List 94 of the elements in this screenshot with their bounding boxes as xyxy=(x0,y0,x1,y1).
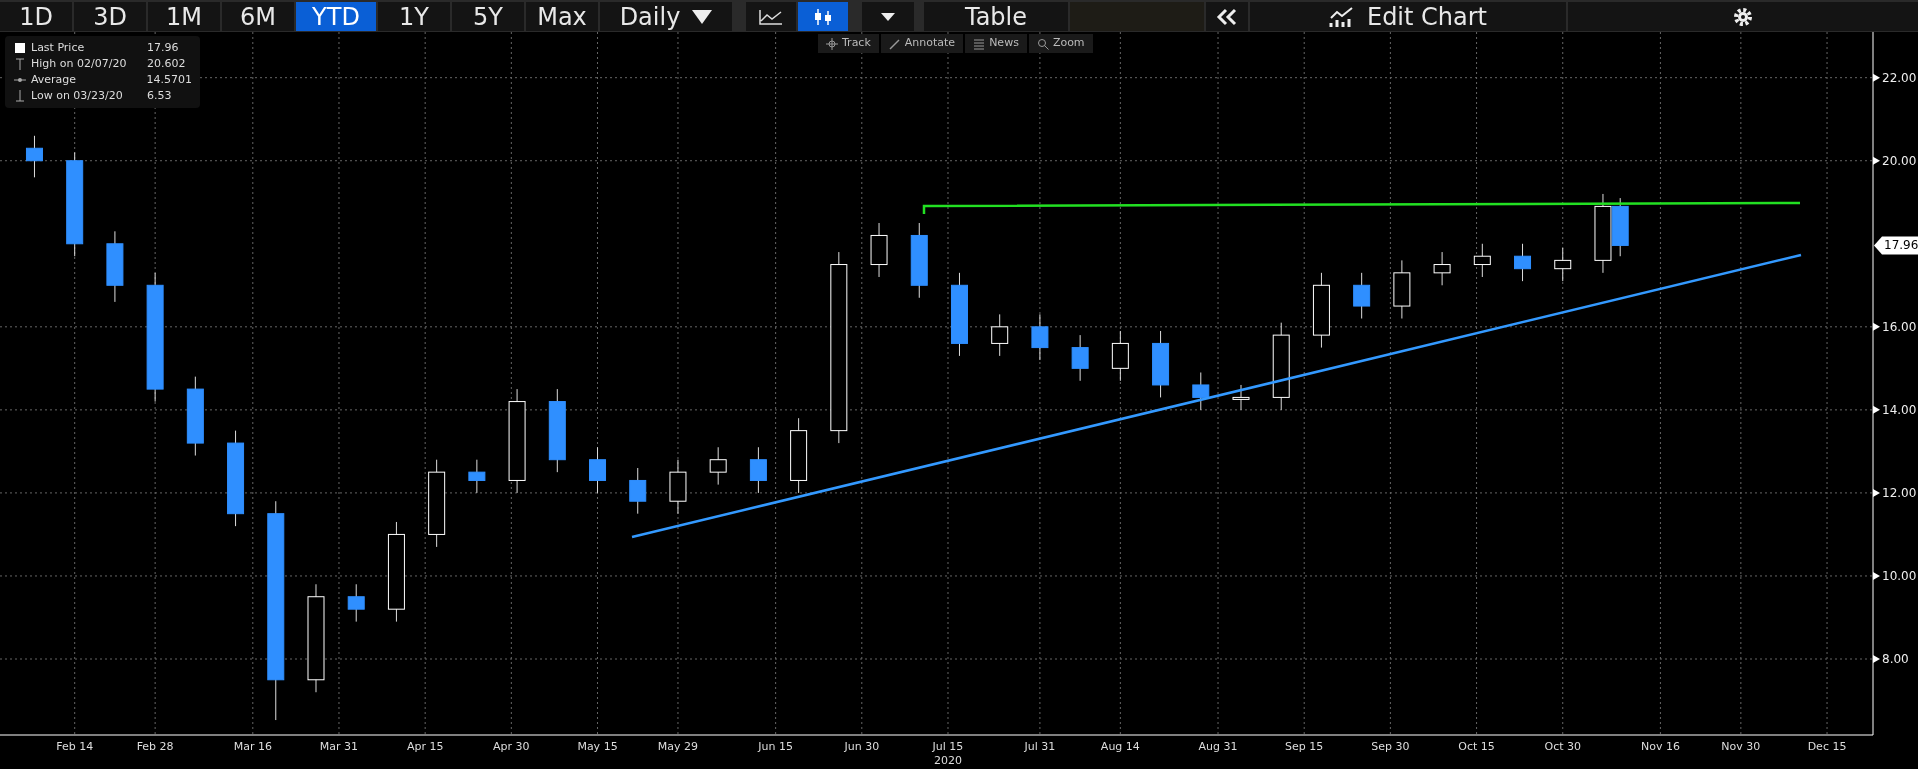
chart-tool-button[interactable]: Annotate xyxy=(880,34,964,53)
y-axis-label: 16.00 xyxy=(1882,319,1917,334)
x-axis-label: Dec 15 xyxy=(1807,740,1847,753)
x-axis-label: Nov 16 xyxy=(1640,740,1680,753)
x-axis-label: Oct 30 xyxy=(1544,740,1581,753)
chart-style-button[interactable] xyxy=(798,2,848,31)
candlestick xyxy=(749,446,767,494)
x-axis-label: Jul 15 xyxy=(932,740,964,753)
legend-value: 17.96 xyxy=(147,40,179,56)
edit-chart-button[interactable]: Edit Chart xyxy=(1250,2,1566,31)
candlestick xyxy=(1353,272,1371,319)
range-tab[interactable]: YTD xyxy=(296,2,376,31)
y-axis-label: 14.00 xyxy=(1882,402,1917,417)
x-axis-label: Feb 14 xyxy=(56,740,94,753)
legend-value: 14.5701 xyxy=(146,72,192,88)
x-axis-label: Aug 14 xyxy=(1100,740,1140,753)
x-axis-label: Jun 15 xyxy=(758,740,793,753)
x-axis-label: Apr 30 xyxy=(493,740,530,753)
x-axis-label: Mar 31 xyxy=(319,740,359,753)
caret-icon xyxy=(881,12,895,21)
chart-tool-button[interactable]: Track xyxy=(818,34,879,53)
range-tab[interactable]: 1M xyxy=(148,2,220,31)
legend-label: Average xyxy=(30,72,78,88)
candlestick xyxy=(1152,330,1170,398)
candlestick xyxy=(870,222,888,278)
candlestick xyxy=(1232,384,1250,411)
range-tab[interactable]: 5Y xyxy=(452,2,524,31)
x-axis-label: Sep 30 xyxy=(1371,740,1410,753)
legend-value: 6.53 xyxy=(147,88,172,104)
candlestick xyxy=(1514,243,1532,282)
legend-label: High on 02/07/20 xyxy=(31,56,128,72)
legend-label: Low on 03/23/20 xyxy=(31,88,124,104)
candlestick xyxy=(1111,330,1129,382)
candlestick xyxy=(1393,259,1411,319)
line-chart-icon xyxy=(759,8,783,25)
x-axis-label: Oct 15 xyxy=(1458,740,1495,753)
y-axis-label: 8.00 xyxy=(1882,652,1909,666)
candlestick xyxy=(669,459,687,515)
candlestick xyxy=(1554,247,1572,282)
x-axis-label: Jun 30 xyxy=(844,740,880,753)
y-axis-label: 20.00 xyxy=(1882,153,1917,168)
chart-tool-button[interactable]: Zoom xyxy=(1028,34,1093,53)
crosshair-icon xyxy=(826,37,838,50)
legend-value: 20.602 xyxy=(147,56,186,72)
candlestick xyxy=(589,446,606,494)
interval-dropdown[interactable]: Daily xyxy=(600,2,732,31)
search-icon xyxy=(1036,37,1049,50)
candlestick-icon xyxy=(813,7,833,26)
square-icon xyxy=(13,41,27,55)
x-axis-label: Apr 15 xyxy=(406,740,444,753)
double-chevron-left-icon xyxy=(1216,7,1238,26)
legend-label: Last Price xyxy=(31,40,86,56)
candlestick xyxy=(468,459,486,494)
more-dropdown[interactable] xyxy=(862,2,914,31)
chart-icon xyxy=(1328,5,1355,28)
pencil-icon xyxy=(888,37,901,50)
candlestick xyxy=(709,446,727,486)
candlestick xyxy=(629,467,647,515)
chart-style-button[interactable] xyxy=(746,2,796,31)
candlestick xyxy=(1192,372,1210,411)
collapse-button[interactable] xyxy=(1206,2,1248,31)
x-axis-label: Jul 31 xyxy=(1024,740,1056,753)
high-marker-icon xyxy=(13,57,27,71)
range-tab[interactable]: 1D xyxy=(0,2,72,31)
range-tab[interactable]: Max xyxy=(526,2,598,31)
x-axis-label: Mar 16 xyxy=(233,740,272,753)
x-axis-label: Sep 15 xyxy=(1285,740,1324,753)
candlestick xyxy=(1031,313,1049,361)
candlestick xyxy=(1071,334,1089,382)
candlestick xyxy=(347,583,365,623)
candlestick xyxy=(991,313,1009,357)
low-marker-icon xyxy=(13,89,27,103)
last-price-tag: 17.96 xyxy=(1874,236,1918,255)
x-axis-label: Feb 28 xyxy=(136,740,174,753)
range-tab[interactable]: 1Y xyxy=(378,2,450,31)
y-axis-label: 12.00 xyxy=(1882,485,1917,500)
candlestick xyxy=(1473,243,1491,278)
caret-icon xyxy=(692,9,713,24)
x-axis-label: May 15 xyxy=(577,740,618,753)
y-axis-label: 10.00 xyxy=(1882,568,1917,583)
y-axis-label: 22.00 xyxy=(1882,70,1917,85)
candlestick xyxy=(1611,197,1629,257)
candlestick xyxy=(1433,251,1451,286)
settings-icon xyxy=(1732,5,1754,28)
x-axis-label: May 29 xyxy=(657,740,699,753)
range-tab[interactable]: 6M xyxy=(222,2,294,31)
year-label: 2020 xyxy=(934,754,962,767)
list-icon xyxy=(973,37,986,50)
x-axis-label: Aug 31 xyxy=(1198,740,1238,753)
candlestick xyxy=(25,135,43,178)
table-button[interactable]: Table xyxy=(924,2,1068,31)
range-tab[interactable]: 3D xyxy=(74,2,146,31)
x-axis-label: Nov 30 xyxy=(1721,740,1761,753)
chart-tool-button[interactable]: News xyxy=(965,34,1027,53)
